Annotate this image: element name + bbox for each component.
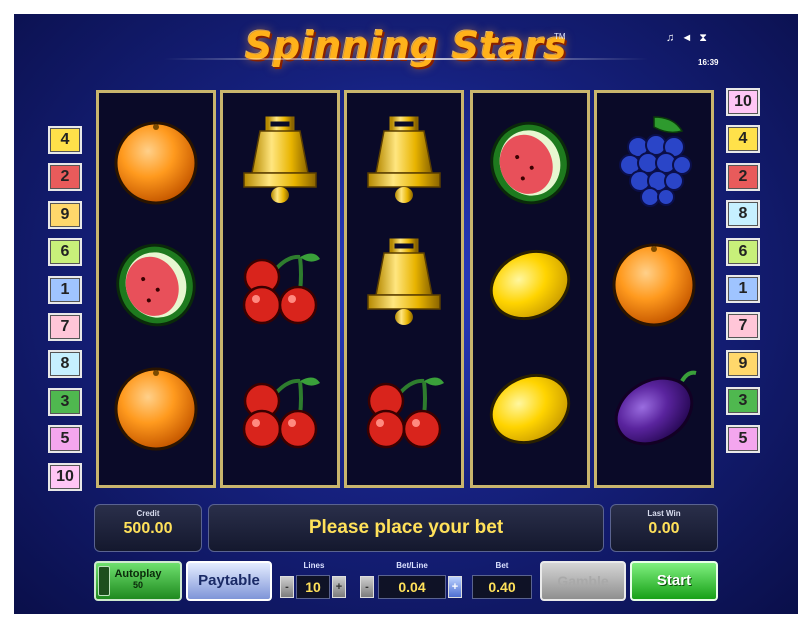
bell-symbol — [230, 113, 330, 213]
hourglass-icon: ⧗ — [699, 32, 707, 44]
reel-3 — [344, 90, 464, 488]
total-bet-control: Bet 0.40 — [472, 561, 532, 601]
reel-1 — [96, 90, 216, 488]
cherries-symbol — [354, 359, 454, 459]
lines-label: Lines — [303, 561, 325, 570]
autoplay-toggle[interactable] — [98, 566, 110, 596]
payline-badge-right: 4 — [726, 125, 760, 154]
cherries-symbol — [230, 235, 330, 335]
autoplay-button[interactable]: Autoplay 50 — [94, 561, 182, 601]
payline-badge-left: 6 — [48, 238, 82, 267]
lines-minus-button[interactable]: - — [280, 576, 294, 598]
payline-badge-right: 5 — [726, 424, 760, 453]
credit-panel: Credit 500.00 — [94, 504, 202, 552]
bet-line-minus-button[interactable]: - — [360, 576, 374, 598]
payline-badge-left: 8 — [48, 350, 82, 379]
watermelon-symbol — [106, 235, 206, 335]
payline-badge-right: 1 — [726, 275, 760, 303]
payline-badge-left: 9 — [48, 200, 82, 229]
credit-label: Credit — [136, 509, 160, 518]
game-title: Spinning Stars — [245, 24, 567, 68]
lines-plus-button[interactable]: + — [332, 576, 346, 598]
payline-badge-left: 7 — [48, 313, 82, 341]
payline-badge-left: 10 — [48, 462, 82, 491]
payline-badge-left: 4 — [48, 126, 82, 154]
paytable-button[interactable]: Paytable — [186, 561, 272, 601]
payline-badge-right: 6 — [726, 237, 760, 266]
watermelon-symbol — [480, 113, 580, 213]
lines-value: 10 — [296, 575, 330, 599]
last-win-value: 0.00 — [648, 520, 680, 537]
bell-symbol — [354, 113, 454, 213]
payline-badge-left: 3 — [48, 387, 82, 416]
orange-symbol — [106, 113, 206, 213]
gamble-button[interactable]: Gamble — [540, 561, 626, 601]
credit-value: 500.00 — [123, 520, 173, 537]
payline-badge-right: 8 — [726, 200, 760, 229]
reel-5 — [594, 90, 714, 488]
bet-value: 0.40 — [472, 575, 532, 599]
trademark-mark: TM — [554, 32, 566, 41]
bet-line-plus-button[interactable]: + — [448, 576, 462, 598]
status-icons: ♫ ◄ ⧗ — [666, 32, 711, 45]
reel-2 — [220, 90, 340, 488]
reel-4 — [470, 90, 590, 488]
bet-line-label: Bet/Line — [396, 561, 428, 570]
bet-label: Bet — [495, 561, 509, 570]
payline-badge-right: 7 — [726, 312, 760, 341]
lines-control: Lines - 10 + — [280, 561, 348, 601]
payline-badge-right: 2 — [726, 162, 760, 191]
last-win-label: Last Win — [647, 509, 681, 518]
clock: 16:39 — [698, 58, 719, 67]
lemon-symbol — [480, 235, 580, 335]
bell-symbol — [354, 235, 454, 335]
bet-per-line-control: Bet/Line - 0.04 + — [360, 561, 464, 601]
orange-symbol — [604, 235, 704, 335]
bet-line-value: 0.04 — [378, 575, 446, 599]
music-note-icon[interactable]: ♫ — [666, 32, 674, 44]
start-button[interactable]: Start — [630, 561, 718, 601]
cherries-symbol — [230, 359, 330, 459]
status-message: Please place your bet — [308, 517, 504, 538]
game-window: Spinning Stars TM ♫ ◄ ⧗ 16:39 4 2 9 6 1 7 8 3 5 1… — [14, 14, 798, 614]
payline-badge-left: 2 — [48, 163, 82, 192]
speaker-icon[interactable]: ◄ — [681, 32, 692, 44]
orange-symbol — [106, 359, 206, 459]
title-underline — [164, 58, 648, 60]
payline-badge-right: 3 — [726, 387, 760, 416]
payline-badge-right: 9 — [726, 349, 760, 378]
payline-badge-left: 1 — [48, 275, 82, 304]
message-panel: Please place your bet — [208, 504, 604, 552]
lemon-symbol — [480, 359, 580, 459]
last-win-panel: Last Win 0.00 — [610, 504, 718, 552]
grapes-symbol — [604, 113, 704, 213]
payline-badge-right: 10 — [726, 88, 760, 116]
payline-badge-left: 5 — [48, 425, 82, 454]
plum-symbol — [604, 359, 704, 459]
